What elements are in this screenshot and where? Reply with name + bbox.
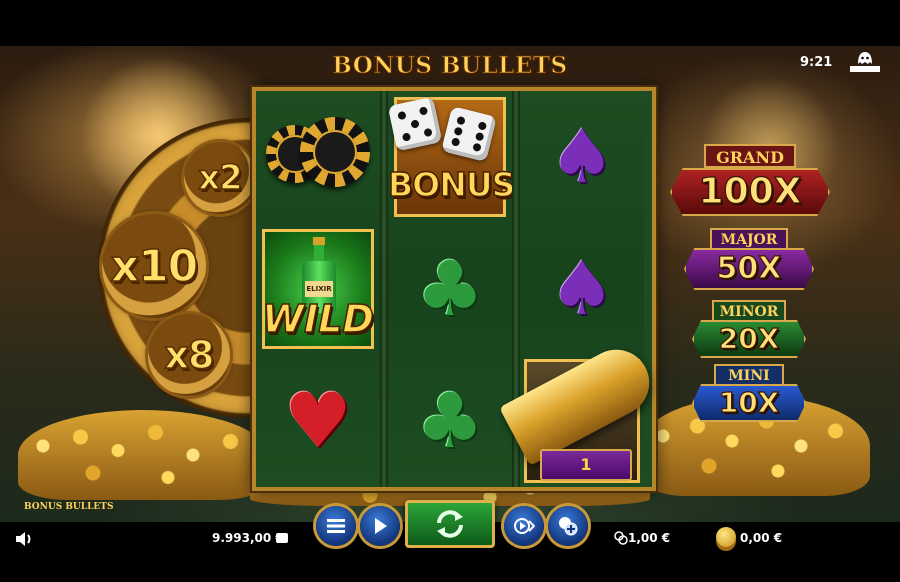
cylinder-chamber-top: x2 [184, 142, 256, 214]
bet-settings-button[interactable] [548, 506, 588, 546]
chip-icon [300, 117, 370, 187]
jackpot-mini-name: MINI [714, 364, 784, 386]
jackpot-minor: MINOR 20X [692, 300, 806, 358]
provider-logo [848, 50, 882, 74]
jackpot-grand: GRAND 100X [670, 142, 830, 222]
bullet-value: 1 [540, 449, 632, 481]
brand-small: BONUS BULLETS [24, 502, 114, 512]
jackpot-grand-name: GRAND [704, 144, 796, 168]
game-title: BONUS BULLETS [332, 52, 568, 80]
symbol-bonus: BONUS [387, 91, 516, 223]
multiplier-x8: x8 [164, 332, 215, 378]
symbol-club: ♣ [388, 223, 512, 355]
spin-arrows-icon [437, 510, 463, 538]
balance-value: 9.993,00 € [212, 531, 284, 545]
gold-coins-icon [716, 527, 736, 547]
reel-2: BONUS ♣ ♣ [387, 91, 516, 487]
coin-pile-left [18, 410, 268, 500]
heart-icon: ♥ [283, 376, 353, 465]
jackpot-minor-name: MINOR [712, 300, 786, 322]
dice-icon [387, 96, 443, 152]
symbol-club: ♣ [388, 355, 512, 487]
bet-settings-icon [559, 517, 578, 536]
cylinder-chamber-bottom: x8 [148, 314, 230, 396]
multiplier-x10: x10 [110, 240, 199, 293]
symbol-bullet: 1 [499, 338, 661, 487]
wild-label: WILD [261, 296, 374, 342]
jackpot-major-value: 50X [684, 248, 814, 290]
jackpot-minor-value: 20X [692, 320, 806, 358]
turbo-icon [514, 518, 535, 534]
menu-icon [327, 519, 345, 533]
speaker-icon [16, 532, 31, 546]
symbol-spade: ♠ [520, 91, 644, 223]
reel-separator [380, 91, 388, 487]
bet-icon [614, 530, 628, 545]
spin-button[interactable] [405, 500, 495, 548]
jackpot-mini-value: 10X [692, 384, 806, 422]
club-icon: ♣ [415, 244, 485, 333]
jackpot-mini: MINI 10X [692, 364, 806, 422]
win-value: 0,00 € [740, 531, 783, 545]
reel-1: ELIXIR WILD ♥ [256, 91, 380, 487]
jackpot-major-name: MAJOR [710, 228, 788, 250]
bottle-label: ELIXIR [306, 285, 332, 293]
coins-stack-icon [614, 531, 628, 545]
jackpot-major: MAJOR 50X [684, 228, 814, 292]
bet-value: 1,00 € [628, 531, 671, 545]
club-icon: ♣ [415, 376, 485, 465]
bonus-label: BONUS [387, 164, 516, 205]
play-icon [375, 518, 387, 534]
clock: 9:21 [800, 55, 833, 70]
reel-3: ♠ ♠ 1 [499, 91, 661, 487]
symbol-casino-chips [256, 91, 380, 223]
menu-button[interactable] [316, 506, 356, 546]
sound-button[interactable] [14, 530, 36, 548]
jackpot-grand-value: 100X [670, 168, 830, 216]
symbol-wild: ELIXIR WILD [256, 223, 380, 355]
top-bar [0, 0, 900, 46]
multiplier-x2: x2 [197, 157, 243, 199]
ghost-logo-icon [850, 52, 880, 72]
wallet-icon [276, 533, 288, 543]
symbol-heart: ♥ [256, 355, 380, 487]
turbo-button[interactable] [504, 506, 544, 546]
spade-icon: ♠ [548, 114, 616, 200]
symbol-spade: ♠ [520, 223, 644, 355]
autoplay-button[interactable] [360, 506, 400, 546]
reel-frame: ELIXIR WILD ♥ BONUS ♣ ♣ ♠ ♠ 1 [252, 87, 661, 491]
spade-icon: ♠ [548, 246, 616, 332]
game-screen: x2 x10 x8 BONUS BULLETS 9:21 ELIXIR WILD… [0, 0, 900, 582]
cylinder-chamber-left: x10 [102, 214, 206, 318]
